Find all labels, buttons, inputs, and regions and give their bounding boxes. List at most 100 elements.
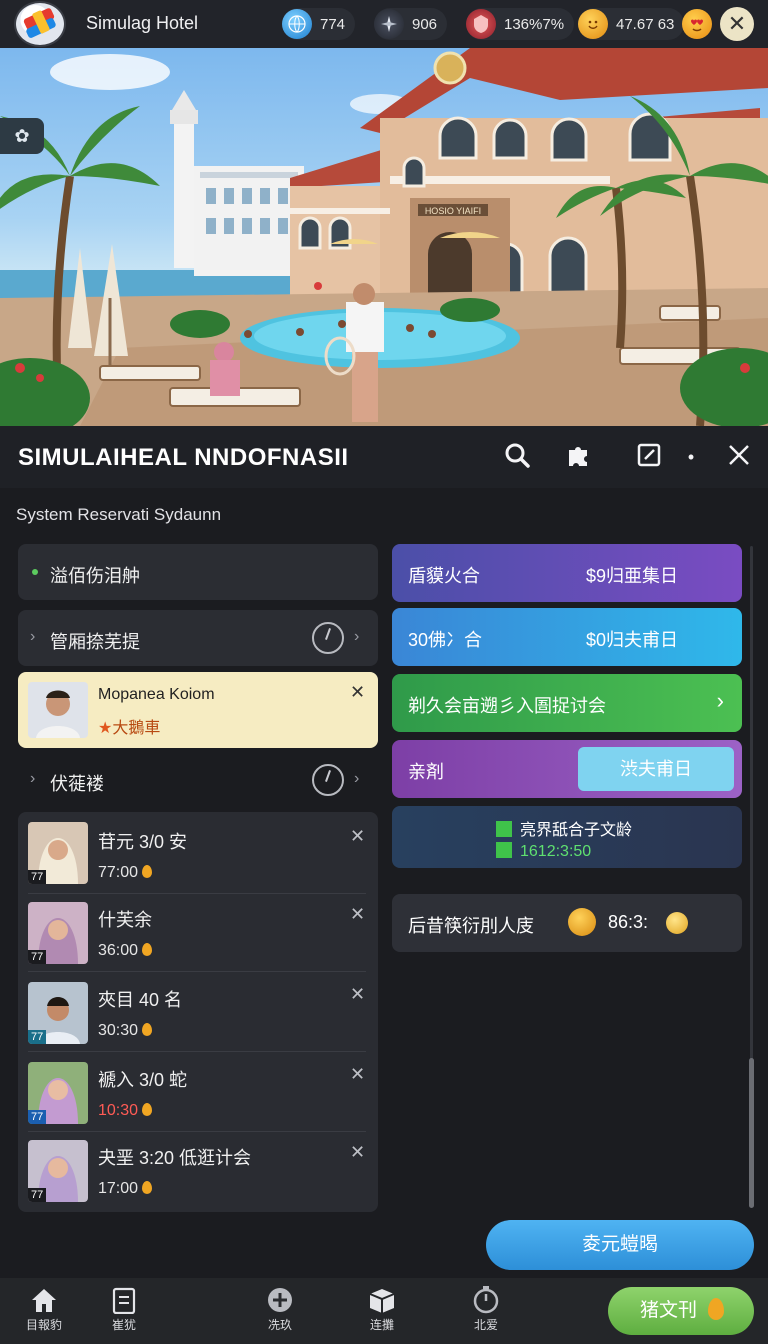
refresh-icon[interactable]	[312, 764, 344, 796]
nav-item-add[interactable]: 冼玖	[240, 1286, 320, 1333]
level-badge: 77	[28, 1030, 47, 1044]
stat-card-5[interactable]: 亮界舐合子文龄 1612:3:50	[392, 806, 742, 868]
resource-compass[interactable]: 906	[374, 8, 448, 40]
coin-icon	[568, 908, 596, 936]
stat-card-2[interactable]: 30佛冫合 $0归夫甫日	[392, 608, 742, 666]
nav-item-timer[interactable]: 北爱	[446, 1286, 526, 1333]
chevron-right-icon: ›	[716, 688, 724, 713]
section-row-1[interactable]: › 管厢捺芜提 ›	[18, 610, 378, 666]
status-label: 溢佰伤泪舯	[50, 566, 140, 586]
side-tab-flower-icon[interactable]: ✿	[0, 118, 44, 154]
top-bar: Simulag Hotel 774 906 136%7% 47.67 63 ✕	[0, 0, 768, 48]
staff-time: 77:00	[98, 864, 153, 882]
stat-card-3[interactable]: 剃久会亩遡彡入圄捉讨会 ›	[392, 674, 742, 732]
close-icon[interactable]: ✕	[350, 904, 365, 925]
stat-card-1[interactable]: 盾貘火合 $9归亜集日	[392, 544, 742, 602]
guest-tag: ★大鵝車	[98, 714, 160, 738]
level-badge: 77	[28, 1110, 47, 1124]
level-badge: 77	[28, 870, 47, 884]
compass-icon	[374, 9, 404, 39]
close-icon[interactable]: ✕	[350, 826, 365, 847]
drop-icon	[142, 1181, 153, 1194]
staff-name: 夾目 40 名	[98, 990, 183, 1010]
nav-label: 北爱	[473, 1318, 498, 1332]
guest-name: Mopanea Koiom	[98, 686, 215, 703]
bottom-action-button[interactable]: 猪文刊	[608, 1287, 754, 1335]
cube-icon	[496, 821, 512, 837]
resource-coin[interactable]: 47.67 63	[578, 8, 685, 40]
list-item[interactable]: 77 褫入 3/0 蛇 10:30 ✕	[28, 1054, 366, 1132]
level-badge: 77	[28, 1188, 47, 1202]
home-icon	[4, 1286, 84, 1314]
status-dot-icon	[32, 569, 38, 575]
nav-label: 冼玖	[267, 1318, 292, 1332]
hotel-scene-image: HOSIO YIAIFI ✿	[0, 48, 768, 426]
plus-circle-icon	[240, 1286, 320, 1314]
avatar: 77	[28, 1062, 88, 1124]
nav-item-home[interactable]: 目報豹	[4, 1286, 84, 1333]
bottom-action-label: 猪文刊	[640, 1300, 698, 1321]
resource-value: 774	[320, 15, 346, 33]
search-icon[interactable]	[500, 440, 534, 474]
avatar: 77	[28, 902, 88, 964]
close-icon[interactable]: ✕	[350, 1064, 365, 1085]
stat-line: 1612:3:50	[496, 842, 591, 861]
primary-action-button[interactable]: 夌元螘暍	[486, 1220, 754, 1270]
stat-line-label: 亮界舐合子文龄	[520, 822, 633, 839]
nav-label: 连攤	[369, 1318, 394, 1332]
chevron-right-icon: ›	[30, 770, 36, 787]
app-logo[interactable]	[16, 3, 64, 45]
status-row[interactable]: 溢佰伤泪舯	[18, 544, 378, 600]
staff-name: 夬垩 3:20 低逛计会	[98, 1148, 252, 1168]
staff-name: 什芙余	[98, 910, 152, 930]
smiley-coin-icon	[578, 9, 608, 39]
staff-time: 36:00	[98, 942, 153, 960]
edit-icon[interactable]	[632, 440, 666, 474]
close-icon[interactable]: ✕	[350, 1142, 365, 1163]
section-row-2[interactable]: › 伏蓰褛 ›	[18, 752, 378, 808]
stat-value: $9归亜集日	[585, 566, 678, 586]
list-item[interactable]: 77 苷元 3/0 安 77:00 ✕	[28, 816, 366, 894]
stat-card-6[interactable]: 后昔筷衍刖人庋 86:3:	[392, 894, 742, 952]
drop-icon	[142, 943, 153, 956]
staff-time: 17:00	[98, 1180, 153, 1198]
list-item[interactable]: 77 什芙余 36:00 ✕	[28, 894, 366, 972]
close-icon[interactable]: ✕	[350, 682, 365, 703]
timer-icon	[446, 1286, 526, 1314]
stat-line-value: 1612:3:50	[520, 843, 592, 860]
resource-crest[interactable]: 136%7%	[466, 8, 575, 40]
puzzle-icon[interactable]	[562, 440, 596, 474]
nav-item-clipboard[interactable]: 崔犹	[84, 1286, 164, 1333]
close-button[interactable]: ✕	[720, 7, 754, 41]
refresh-icon[interactable]	[312, 622, 344, 654]
stat-action-button[interactable]: 渋夫甫日	[578, 747, 734, 791]
guest-card[interactable]: Mopanea Koiom ★大鵝車 ✕	[18, 672, 378, 748]
box-icon	[342, 1286, 422, 1314]
panel-subtitle: System Reservati Sydaunn	[16, 505, 222, 524]
panel-title: SIMULAIHEAL NNDOFNASII	[18, 444, 349, 471]
staff-list: 77 苷元 3/0 安 77:00 ✕ 77 什芙余 36:00 ✕ 77 夾目…	[18, 812, 378, 1212]
close-icon[interactable]: ✕	[350, 984, 365, 1005]
nav-item-box[interactable]: 连攤	[342, 1286, 422, 1333]
resource-value: 136%7%	[504, 15, 565, 33]
stat-value: 86:3:	[608, 912, 649, 932]
smiley-coin-icon	[666, 912, 688, 934]
staff-time-value: 77:00	[98, 864, 139, 881]
more-dot-icon[interactable]: •	[674, 440, 708, 474]
scrollbar-thumb[interactable]	[749, 1058, 754, 1208]
staff-name: 褫入 3/0 蛇	[98, 1070, 188, 1090]
drop-icon	[142, 1023, 153, 1036]
chevron-right-icon: ›	[354, 770, 360, 787]
app-title: Simulag Hotel	[86, 13, 199, 33]
avatar: 77	[28, 1140, 88, 1202]
resource-globe[interactable]: 774	[282, 8, 356, 40]
list-item[interactable]: 77 夾目 40 名 30:30 ✕	[28, 974, 366, 1052]
heart-face-icon[interactable]	[682, 9, 712, 39]
close-panel-icon[interactable]	[722, 440, 756, 474]
list-item[interactable]: 77 夬垩 3:20 低逛计会 17:00 ✕	[28, 1132, 366, 1210]
drop-icon	[142, 865, 153, 878]
star-icon: ★	[98, 720, 113, 737]
chevron-right-icon: ›	[354, 628, 360, 645]
stat-label: 后昔筷衍刖人庋	[408, 916, 534, 936]
stat-card-4[interactable]: 亲剤 渋夫甫日	[392, 740, 742, 798]
